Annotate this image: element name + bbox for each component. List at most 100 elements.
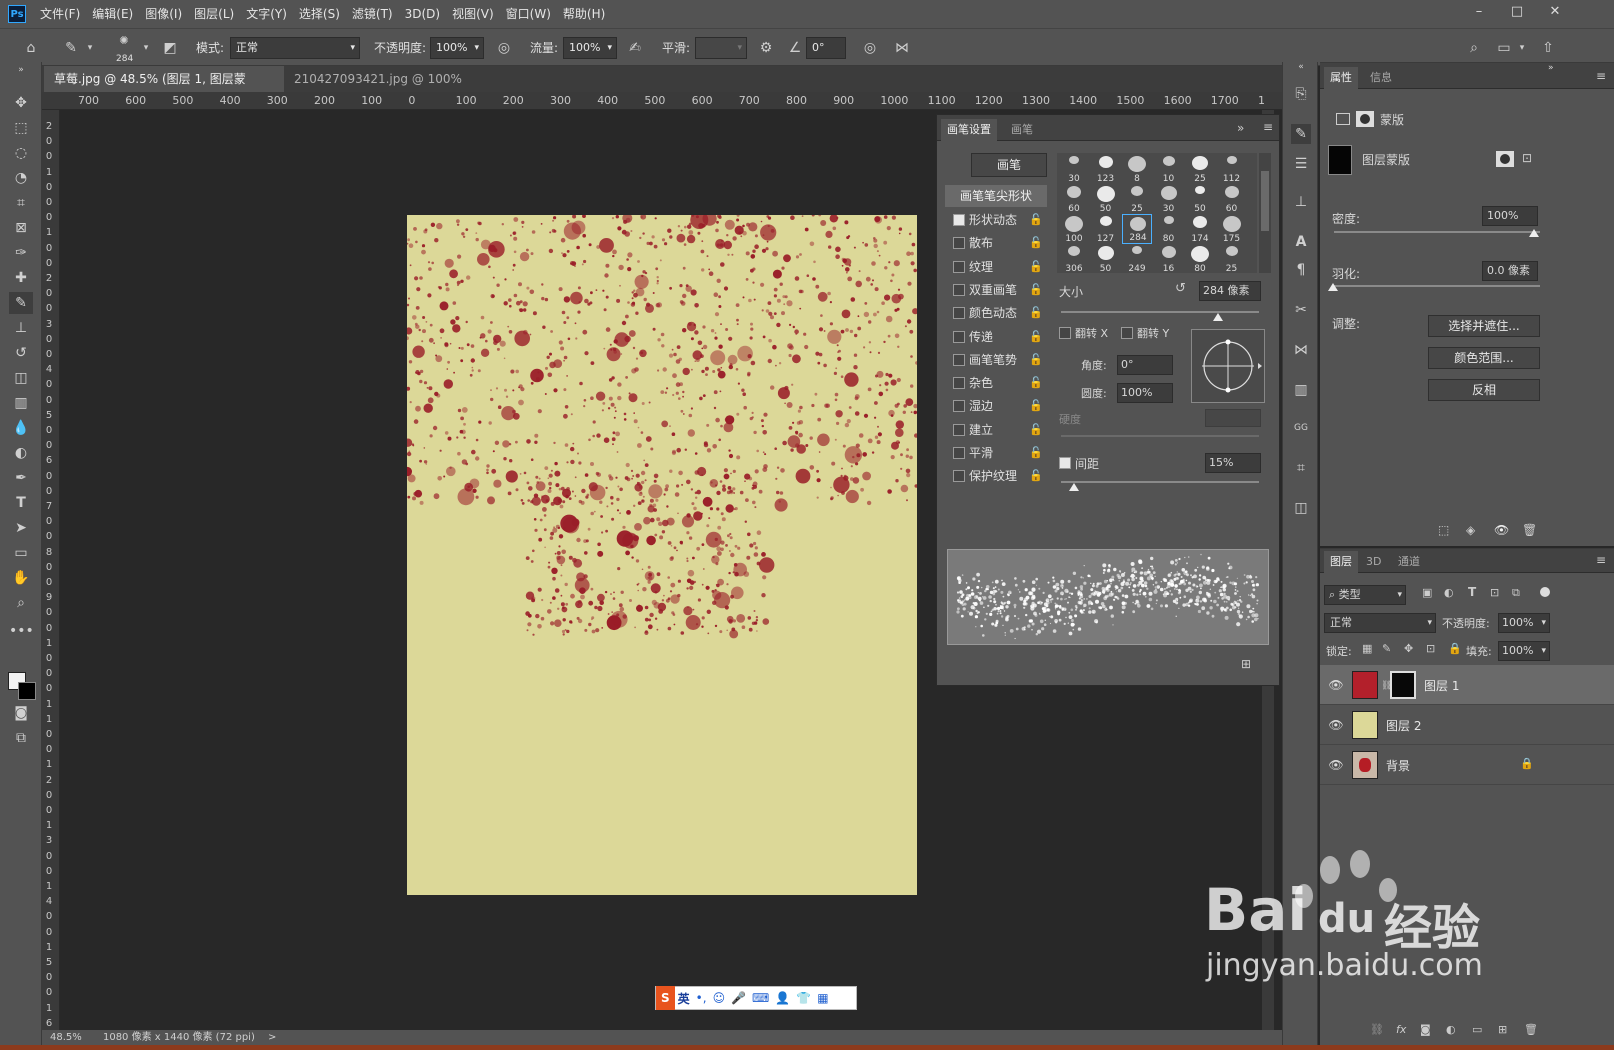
dodge-tool-icon[interactable]: ◐ bbox=[9, 442, 33, 464]
brush-option-checkbox[interactable] bbox=[953, 400, 965, 413]
add-mask-icon[interactable]: ◙ bbox=[1420, 1023, 1431, 1036]
spacing-slider-thumb[interactable] bbox=[1069, 483, 1079, 491]
styles-panel-icon[interactable]: ⋈ bbox=[1291, 340, 1311, 360]
layer-name[interactable]: 图层 1 bbox=[1424, 677, 1459, 694]
lasso-tool-icon[interactable]: ◌ bbox=[9, 142, 33, 164]
tab-strawberry[interactable]: 草莓.jpg @ 48.5% (图层 1, 图层蒙版/8) * × bbox=[44, 66, 284, 112]
tab-second-doc[interactable]: 210427093421.jpg @ 100%(RGB/8#) * × bbox=[284, 66, 510, 112]
tab-info[interactable]: 信息 bbox=[1364, 67, 1398, 89]
brush-option-checkbox[interactable] bbox=[953, 353, 965, 366]
brush-grid-scrollbar[interactable] bbox=[1259, 153, 1271, 273]
minimize-button[interactable]: – bbox=[1462, 0, 1496, 24]
load-selection-icon[interactable]: ⬚ bbox=[1438, 523, 1449, 537]
zoom-tool-icon[interactable]: ⌕ bbox=[9, 592, 33, 614]
density-input[interactable]: 100% bbox=[1482, 206, 1538, 226]
brush-option-checkbox[interactable] bbox=[953, 214, 965, 226]
brush-tip-cell[interactable]: 112 bbox=[1217, 154, 1247, 184]
path-select-tool-icon[interactable]: ➤ bbox=[9, 517, 33, 539]
apply-mask-icon[interactable]: ◈ bbox=[1466, 523, 1475, 537]
eyedropper-tool-icon[interactable]: ✑ bbox=[9, 242, 33, 264]
lock-transparent-icon[interactable]: ▦ bbox=[1362, 642, 1372, 655]
background-color-swatch[interactable] bbox=[18, 682, 36, 700]
panel-menu-icon[interactable]: ≡ bbox=[1596, 553, 1606, 567]
lock-icon[interactable]: 🔓 bbox=[1029, 256, 1043, 278]
collapse-icon[interactable]: « bbox=[1291, 62, 1311, 72]
marquee-tool-icon[interactable]: ⬚ bbox=[9, 117, 33, 139]
chevron-down-icon[interactable]: ▾ bbox=[1516, 38, 1528, 58]
lock-icon[interactable]: 🔓 bbox=[1029, 419, 1043, 441]
brush-tip-cell[interactable]: 16 bbox=[1154, 244, 1184, 274]
layer-mask-icon[interactable] bbox=[1356, 111, 1374, 127]
lock-icon[interactable]: 🔓 bbox=[1029, 232, 1043, 254]
brush-option-9[interactable]: 建立 🔓 bbox=[945, 419, 1043, 441]
brush-tip-cell[interactable]: 50 bbox=[1091, 184, 1121, 214]
brush-tip-cell[interactable]: 80 bbox=[1154, 214, 1184, 244]
skin-icon[interactable]: 👕 bbox=[796, 991, 811, 1005]
brush-option-checkbox[interactable] bbox=[953, 377, 965, 390]
collapse-icon[interactable]: » bbox=[1548, 63, 1554, 73]
size-input[interactable]: 284 像素 bbox=[1199, 281, 1261, 301]
brush-option-7[interactable]: 杂色 🔓 bbox=[945, 372, 1043, 394]
history-brush-tool-icon[interactable]: ↺ bbox=[9, 342, 33, 364]
punctuation-icon[interactable]: •, bbox=[696, 991, 707, 1005]
lock-icon[interactable]: 🔓 bbox=[1029, 279, 1043, 301]
fx-icon[interactable]: fx bbox=[1396, 1023, 1406, 1036]
angle-input[interactable]: 0° bbox=[1117, 355, 1173, 375]
tab-brush-settings[interactable]: 画笔设置 bbox=[941, 119, 997, 141]
eye-icon[interactable]: 👁 bbox=[1328, 757, 1344, 773]
hand-tool-icon[interactable]: ✋ bbox=[9, 567, 33, 589]
gear-icon[interactable]: ⚙ bbox=[756, 38, 776, 58]
lock-pixels-icon[interactable]: ✎ bbox=[1382, 642, 1391, 655]
feather-slider-thumb[interactable] bbox=[1328, 283, 1338, 291]
spacing-input[interactable]: 15% bbox=[1205, 453, 1261, 473]
filter-shape-icon[interactable]: ⊡ bbox=[1490, 586, 1499, 599]
user-icon[interactable]: 👤 bbox=[775, 991, 790, 1005]
zoom-readout[interactable]: 48.5% bbox=[50, 1032, 82, 1043]
reset-size-icon[interactable]: ↺ bbox=[1175, 281, 1186, 296]
pixel-mask-icon[interactable] bbox=[1336, 113, 1350, 125]
brush-option-checkbox[interactable] bbox=[953, 307, 965, 320]
lock-all-icon[interactable]: 🔒 bbox=[1448, 642, 1462, 655]
flow-input[interactable]: 100% ▾ bbox=[563, 37, 617, 59]
brush-option-11[interactable]: 保护纹理 🔓 bbox=[945, 465, 1043, 487]
panel-menu-icon[interactable]: ≡ bbox=[1596, 69, 1606, 83]
flip-y-checkbox[interactable] bbox=[1121, 327, 1133, 339]
lock-icon[interactable]: 🔓 bbox=[1029, 372, 1043, 394]
brush-tip-cell[interactable]: 306 bbox=[1059, 244, 1089, 274]
brush-option-checkbox[interactable] bbox=[953, 237, 965, 250]
layer-filter-select[interactable]: ⌕ 类型 ▾ bbox=[1324, 585, 1406, 605]
panel-menu-icon[interactable]: ≡ bbox=[1263, 120, 1273, 134]
brush-option-1[interactable]: 散布 🔓 bbox=[945, 232, 1043, 254]
brush-tip-cell[interactable]: 175 bbox=[1217, 214, 1247, 244]
histogram-panel-icon[interactable]: ▥ bbox=[1291, 380, 1311, 400]
quick-select-tool-icon[interactable]: ◔ bbox=[9, 167, 33, 189]
tools-preset-icon[interactable]: ✂ bbox=[1291, 300, 1311, 320]
lock-icon[interactable]: 🔓 bbox=[1029, 209, 1043, 231]
layer-name[interactable]: 图层 2 bbox=[1386, 717, 1421, 734]
density-slider[interactable] bbox=[1334, 231, 1540, 233]
history-panel-icon[interactable]: ⎘ bbox=[1291, 84, 1311, 104]
layer-row-background[interactable]: 👁 背景 🔒 bbox=[1320, 745, 1614, 785]
menu-layer[interactable]: 图层(L) bbox=[188, 0, 240, 28]
lock-icon[interactable]: 🔓 bbox=[1029, 302, 1043, 324]
ime-toolbar[interactable]: S 英 •, ☺ 🎤 ⌨ 👤 👕 ▦ bbox=[655, 986, 857, 1010]
color-range-button[interactable]: 颜色范围... bbox=[1428, 347, 1540, 369]
brush-option-8[interactable]: 湿边 🔓 bbox=[945, 395, 1043, 417]
lock-icon[interactable]: 🔓 bbox=[1029, 349, 1043, 371]
menu-file[interactable]: 文件(F) bbox=[34, 0, 86, 28]
pressure-opacity-icon[interactable]: ◎ bbox=[494, 38, 514, 58]
tab-3d[interactable]: 3D bbox=[1360, 551, 1387, 573]
lock-icon[interactable]: 🔓 bbox=[1029, 465, 1043, 487]
layer-name[interactable]: 背景 bbox=[1386, 757, 1410, 774]
brush-tip-shape-item[interactable]: 画笔笔尖形状 bbox=[945, 185, 1047, 207]
glyphs-panel-icon[interactable]: GG bbox=[1291, 418, 1311, 438]
filter-type-icon[interactable]: T bbox=[1468, 585, 1476, 599]
tab-properties[interactable]: 属性 bbox=[1324, 67, 1358, 89]
brush-tip-cell[interactable]: 60 bbox=[1059, 184, 1089, 214]
spacing-checkbox[interactable] bbox=[1059, 457, 1071, 469]
layer-row-layer1[interactable]: 👁 ⛓ 图层 1 bbox=[1320, 665, 1614, 705]
pen-tool-icon[interactable]: ✒ bbox=[9, 467, 33, 489]
brush-tip-cell[interactable]: 50 bbox=[1185, 184, 1215, 214]
quick-mask-icon[interactable]: ◙ bbox=[9, 702, 33, 724]
crop-panel-icon[interactable]: ⌗ bbox=[1291, 458, 1311, 478]
